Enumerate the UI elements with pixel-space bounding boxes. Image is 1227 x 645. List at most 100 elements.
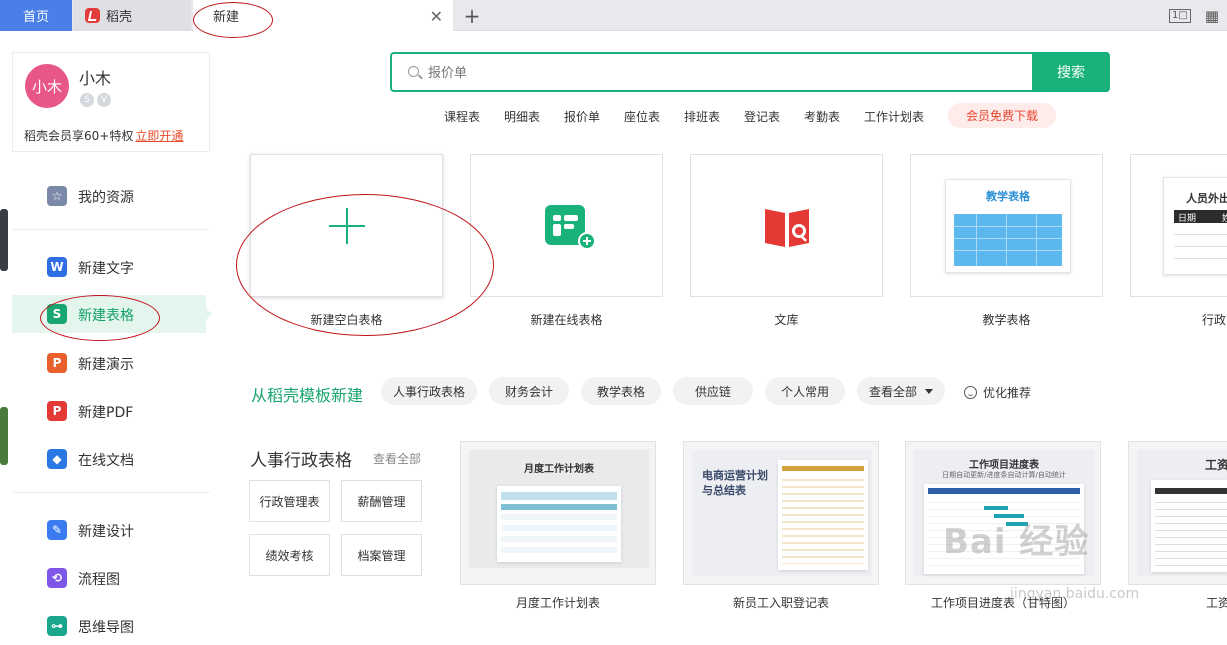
card-label: 新建在线表格 xyxy=(530,313,603,327)
hot-keyword[interactable]: 工作计划表 xyxy=(864,108,924,125)
tab-docer[interactable]: 稻壳 xyxy=(73,0,191,31)
category-button[interactable]: 绩效考核 xyxy=(249,534,330,576)
sidebar-item-label: 在线文档 xyxy=(78,453,134,469)
hot-keyword[interactable]: 排班表 xyxy=(684,108,720,125)
thumbnail-title: 月度工作计划表 xyxy=(524,464,594,475)
template-card[interactable]: 工作项目进度表 日期自动更新/进度条自动计算/自动统计 xyxy=(905,441,1101,585)
sidebar-item-label: 新建演示 xyxy=(78,357,134,373)
hot-keyword[interactable]: 明细表 xyxy=(504,108,540,125)
library-book-icon xyxy=(765,209,809,247)
chip-view-all[interactable]: 查看全部 xyxy=(857,377,945,405)
online-sheet-icon xyxy=(545,205,596,250)
add-tab-icon[interactable]: + xyxy=(460,0,484,31)
sidebar-item-label: 新建设计 xyxy=(78,524,134,540)
recommend-toggle[interactable]: 优化推荐 xyxy=(964,384,1031,401)
category-view-all-link[interactable]: 查看全部 xyxy=(373,450,421,467)
category-button[interactable]: 行政管理表 xyxy=(249,480,330,522)
tab-home-label: 首页 xyxy=(22,10,49,25)
card-label: 文库 xyxy=(774,313,799,327)
recommend-label: 优化推荐 xyxy=(983,386,1032,400)
sidebar-item-online-doc[interactable]: ◆ 在线文档 xyxy=(12,440,206,478)
template-card[interactable]: 电商运营计划与总结表 xyxy=(683,441,879,585)
thumbnail-title: 人员外出 xyxy=(1186,192,1227,205)
sidebar-item-new-design[interactable]: ✎ 新建设计 xyxy=(12,511,206,549)
annotation-ellipse-spreadsheet xyxy=(40,295,160,341)
chip-personal[interactable]: 个人常用 xyxy=(765,377,845,405)
design-icon: ✎ xyxy=(47,520,67,540)
presentation-icon: P xyxy=(47,353,67,373)
hot-keyword[interactable]: 登记表 xyxy=(744,108,780,125)
sidebar-item-label: 新建PDF xyxy=(78,405,134,421)
template-card-label: 新员工入职登记表 xyxy=(732,596,829,610)
admin-sheet-thumbnail: 人员外出 日期 姓 xyxy=(1163,177,1227,275)
template-thumbnail: 电商运营计划与总结表 xyxy=(692,450,872,576)
chip-hr-admin[interactable]: 人事行政表格 xyxy=(381,377,477,405)
card-label: 教学表格 xyxy=(982,313,1031,327)
left-edge-handle xyxy=(0,407,8,465)
teaching-sheet-grid xyxy=(954,214,1062,266)
sidebar-item-label: 思维导图 xyxy=(78,620,134,636)
annotation-ellipse-new-tab xyxy=(193,2,273,38)
vip-promo-text: 稻壳会员享60+特权 xyxy=(24,129,134,143)
sidebar-item-mindmap[interactable]: ⊶ 思维导图 xyxy=(12,607,206,645)
close-tab-icon[interactable]: ✕ xyxy=(430,7,443,26)
thumbnail-title: 电商运营计划与总结表 xyxy=(702,469,768,497)
hot-keyword[interactable]: 课程表 xyxy=(444,108,480,125)
pdf-icon: P xyxy=(47,401,67,421)
sidebar-divider xyxy=(12,492,210,493)
sidebar-item-new-presentation[interactable]: P 新建演示 xyxy=(12,344,206,382)
user-name: 小木 xyxy=(79,69,112,88)
caret-down-icon xyxy=(925,388,933,394)
chip-teaching[interactable]: 教学表格 xyxy=(581,377,661,405)
tab-home[interactable]: 首页 xyxy=(0,0,72,31)
hot-keyword[interactable]: 报价单 xyxy=(564,108,600,125)
tab-bar: 首页 稻壳 新建 ✕ + 1□ ▦ xyxy=(0,0,1227,31)
grid-menu-icon[interactable]: ▦ xyxy=(1205,7,1219,25)
new-online-sheet-card[interactable] xyxy=(470,154,663,297)
search-icon xyxy=(408,66,419,77)
sidebar-item-flowchart[interactable]: ⟲ 流程图 xyxy=(12,559,206,597)
library-card[interactable] xyxy=(690,154,883,297)
annotation-ellipse-blank-sheet xyxy=(236,194,494,336)
sidebar-item-new-writer[interactable]: W 新建文字 xyxy=(12,248,206,286)
flowchart-icon: ⟲ xyxy=(47,568,67,588)
card-label: 行政 xyxy=(1202,313,1227,327)
template-thumbnail: 工资 xyxy=(1137,450,1227,576)
template-thumbnail: 月度工作计划表 xyxy=(469,450,649,568)
template-card[interactable]: 工资 xyxy=(1128,441,1227,585)
user-card: 小木 小木 S V 稻壳会员享60+特权 立即开通 xyxy=(12,52,210,152)
search-input[interactable] xyxy=(428,63,1018,83)
template-card[interactable]: 月度工作计划表 xyxy=(460,441,656,585)
window-view-icon[interactable]: 1□ xyxy=(1169,8,1191,23)
hot-keyword[interactable]: 座位表 xyxy=(624,108,660,125)
teaching-sheet-card[interactable]: 教学表格 xyxy=(910,154,1103,297)
chip-finance[interactable]: 财务会计 xyxy=(489,377,569,405)
hot-keyword[interactable]: 考勤表 xyxy=(804,108,840,125)
template-card-label: 月度工作计划表 xyxy=(515,596,600,610)
template-section-title: 从稻壳模板新建 xyxy=(251,386,364,405)
vip-free-download-button[interactable]: 会员免费下载 xyxy=(948,103,1056,128)
vip-open-link[interactable]: 立即开通 xyxy=(135,129,183,143)
teaching-sheet-thumbnail: 教学表格 xyxy=(945,179,1071,273)
sidebar-item-label: 流程图 xyxy=(78,572,120,588)
member-badge-icon: S xyxy=(80,93,94,107)
template-card-label: 工资 xyxy=(1206,596,1227,610)
sidebar-item-my-resources[interactable]: ☆ 我的资源 xyxy=(12,177,206,215)
thumbnail-subtitle: 日期自动更新/进度条自动计算/自动统计 xyxy=(942,471,1066,479)
sidebar-divider xyxy=(12,229,210,230)
chip-supply-chain[interactable]: 供应链 xyxy=(673,377,753,405)
sidebar-item-new-pdf[interactable]: P 新建PDF xyxy=(12,392,206,430)
category-button[interactable]: 薪酬管理 xyxy=(341,480,422,522)
cloud-doc-icon: ◆ xyxy=(47,449,67,469)
thumbnail-sheet xyxy=(497,486,621,562)
watermark-url: jingyan.baidu.com xyxy=(1010,586,1140,602)
category-button[interactable]: 档案管理 xyxy=(341,534,422,576)
avatar[interactable]: 小木 xyxy=(25,64,69,108)
sidebar-item-label: 我的资源 xyxy=(78,190,134,206)
thumbnail-col: 姓 xyxy=(1222,211,1227,224)
mindmap-icon: ⊶ xyxy=(47,616,67,636)
thumbnail-title: 工作项目进度表 xyxy=(969,460,1039,471)
admin-sheet-card[interactable]: 人员外出 日期 姓 xyxy=(1130,154,1227,297)
search-button[interactable]: 搜索 xyxy=(1032,52,1110,92)
thumbnail-sheet xyxy=(1151,480,1227,572)
